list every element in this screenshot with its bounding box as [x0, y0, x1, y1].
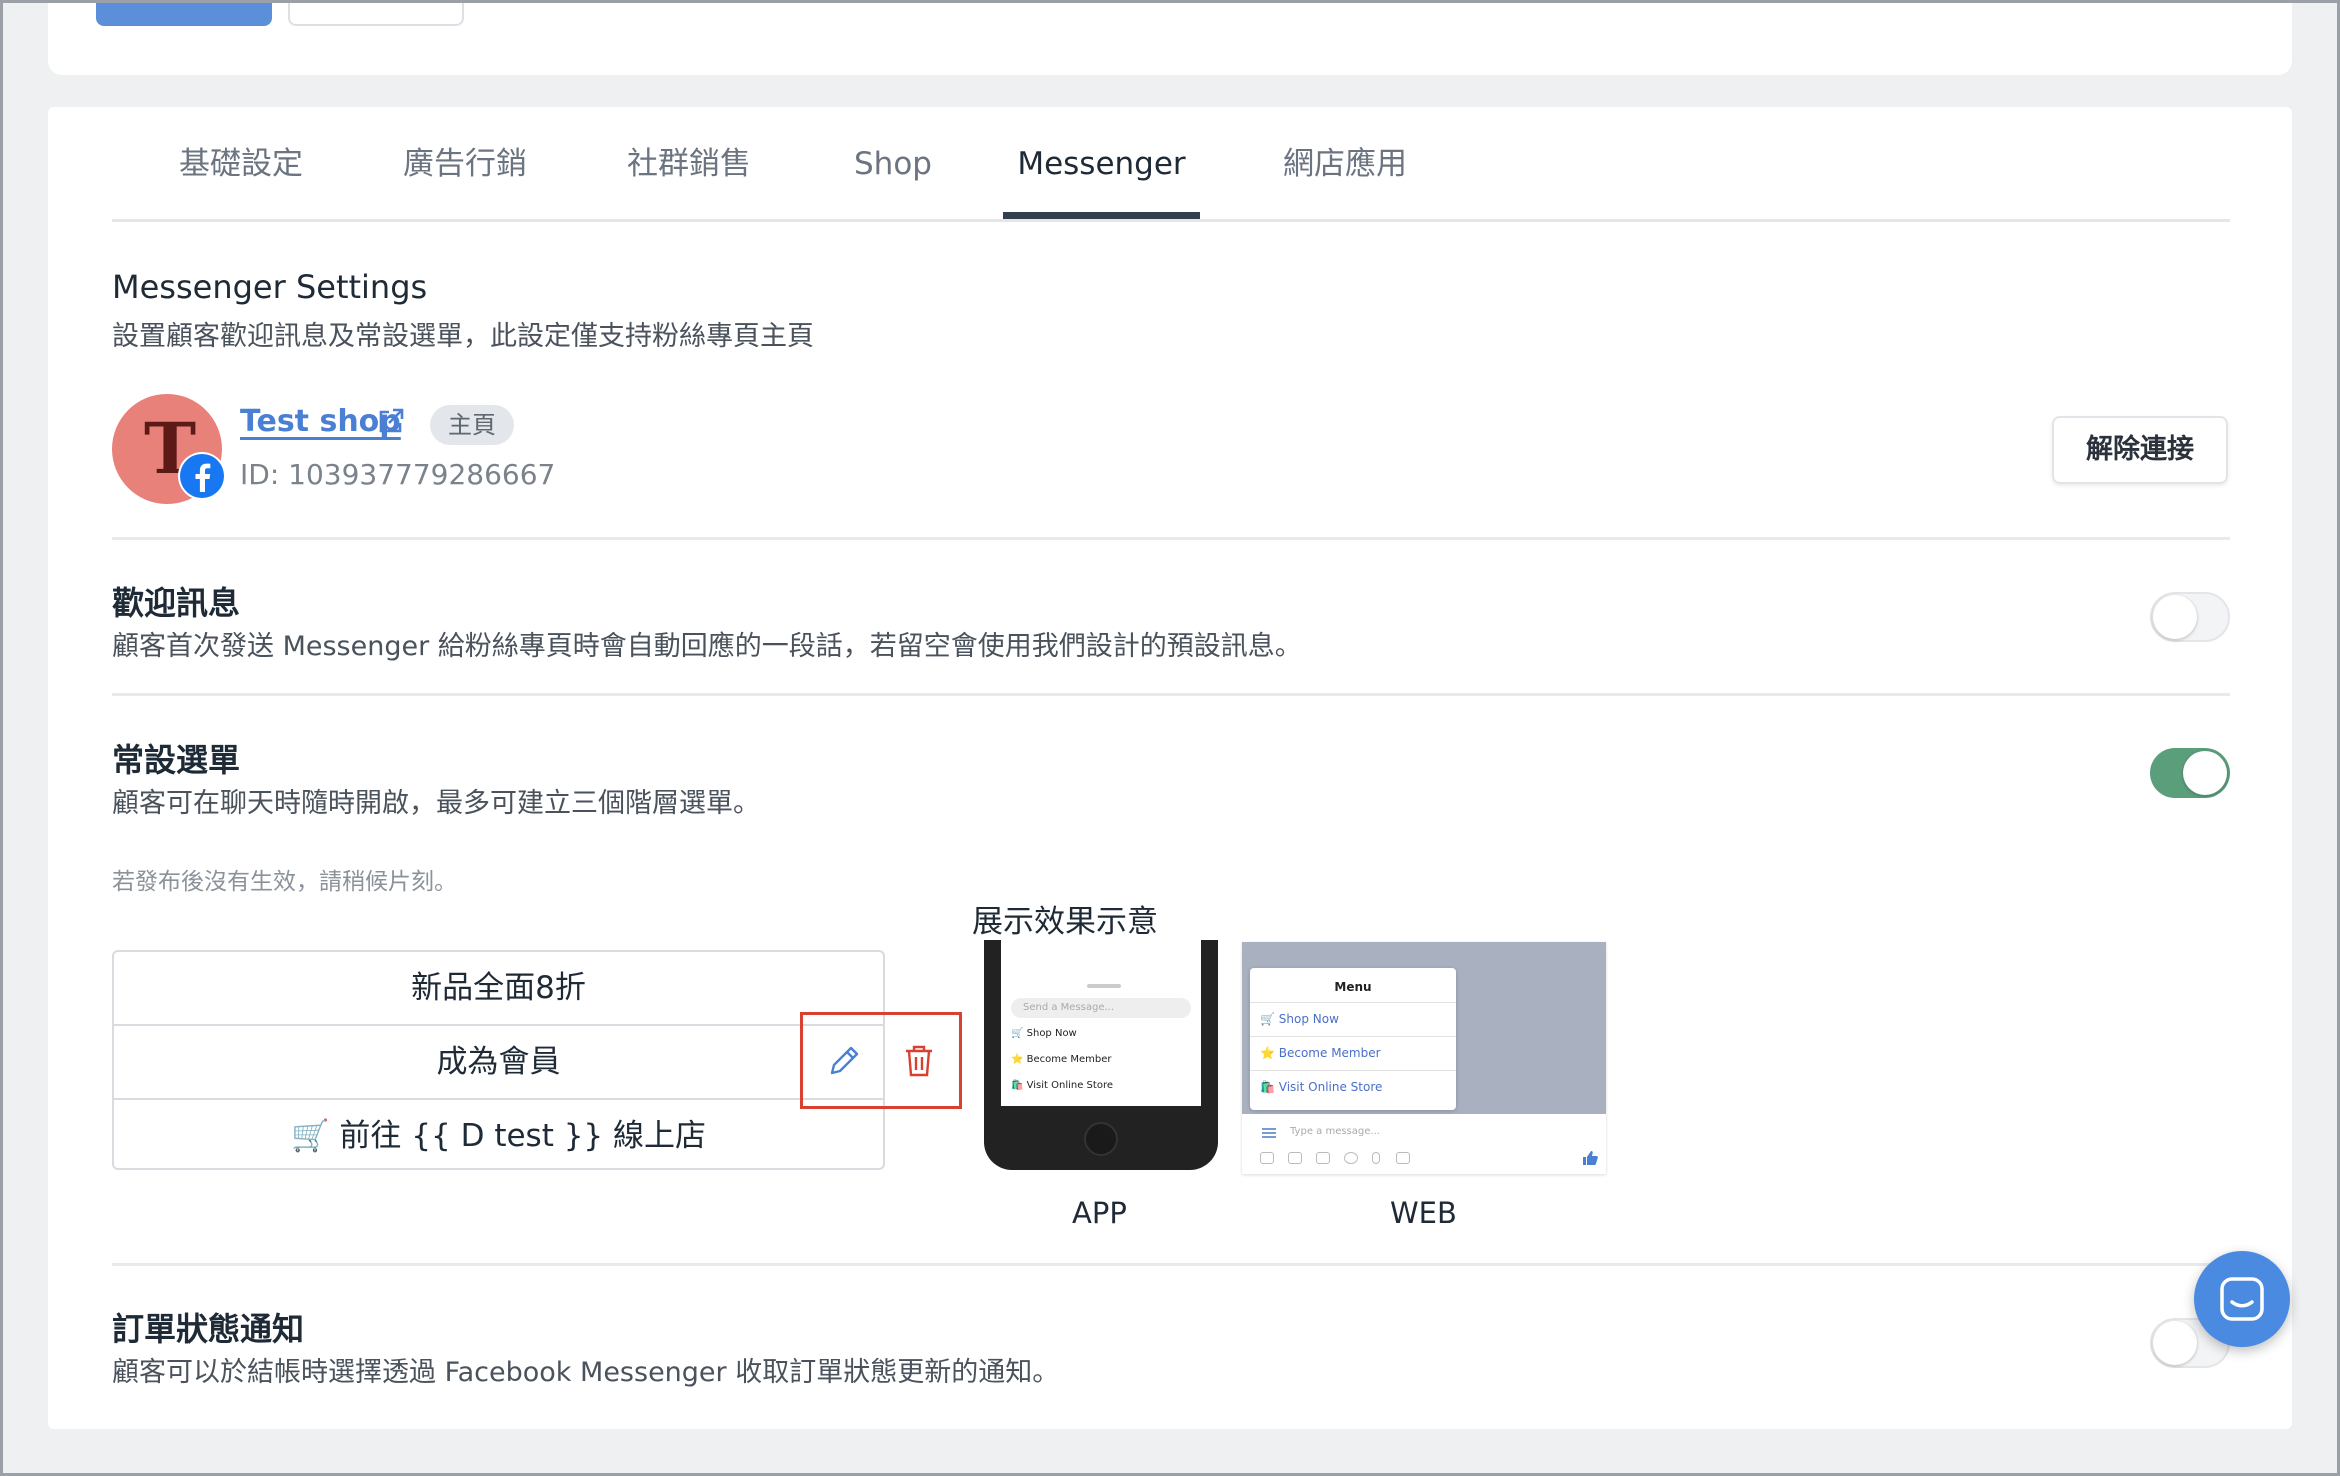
app-input-placeholder: Send a Message...	[1023, 1002, 1115, 1013]
preview-title: 展示效果示意	[972, 904, 1158, 940]
web-preview-composer: Type a message...	[1242, 1114, 1606, 1174]
menu-icon	[1262, 1128, 1276, 1130]
top-primary-button[interactable]	[96, 0, 272, 26]
divider	[112, 693, 2230, 696]
welcome-title: 歡迎訊息	[112, 584, 241, 622]
menu-list: 新品全面8折 成為會員 🛒 前往 {{ D test }} 線上店	[112, 950, 885, 1170]
web-menu-title: Menu	[1334, 980, 1372, 994]
facebook-icon	[178, 452, 226, 500]
edit-icon[interactable]	[824, 1041, 864, 1081]
tab-messenger[interactable]: Messenger	[1003, 130, 1200, 222]
tab-shop[interactable]: Shop	[838, 130, 948, 222]
app-preview-screen: Send a Message... 🛒 Shop Now ⭐ Become Me…	[1001, 940, 1201, 1106]
chat-icon	[2220, 1277, 2264, 1321]
app-menu-item: 🛒 Shop Now	[1011, 1028, 1077, 1039]
welcome-toggle[interactable]	[2150, 592, 2230, 642]
app-caption: APP	[1072, 1196, 1127, 1230]
tab-store-apps[interactable]: 網店應用	[1280, 130, 1410, 222]
main-page-badge: 主頁	[430, 405, 514, 445]
persistent-menu-title: 常設選單	[112, 741, 241, 779]
menu-item[interactable]: 🛒 前往 {{ D test }} 線上店	[114, 1100, 883, 1172]
drag-handle	[1087, 984, 1121, 988]
web-menu-popup: Menu 🛒 Shop Now ⭐ Become Member 🛍️ Visit…	[1250, 968, 1456, 1110]
web-caption: WEB	[1390, 1196, 1457, 1230]
web-menu-item: ⭐ Become Member	[1260, 1046, 1381, 1060]
menu-item[interactable]: 成為會員	[114, 1026, 883, 1098]
web-menu-divider	[1250, 1036, 1456, 1037]
divider	[112, 1263, 2230, 1266]
persistent-menu-desc: 顧客可在聊天時隨時開啟，最多可建立三個階層選單。	[112, 788, 760, 819]
app-menu-item: ⭐ Become Member	[1011, 1054, 1112, 1065]
toggle-knob	[2183, 751, 2227, 795]
tab-basic-settings[interactable]: 基礎設定	[176, 130, 306, 222]
welcome-desc: 顧客首次發送 Messenger 給粉絲專頁時會自動回應的一段話，若留空會使用我…	[112, 631, 1302, 662]
tab-ad-marketing[interactable]: 廣告行銷	[400, 130, 530, 222]
tab-bar: 基礎設定 廣告行銷 社群銷售 Shop Messenger 網店應用	[112, 130, 2230, 222]
settings-subtitle: 設置顧客歡迎訊息及常設選單，此設定僅支持粉絲專頁主頁	[112, 321, 814, 352]
composer-icons	[1260, 1152, 1410, 1166]
web-menu-divider	[1250, 1070, 1456, 1071]
page-id: ID: 103937779286667	[240, 458, 556, 491]
toggle-knob	[2153, 1321, 2197, 1365]
order-notify-desc: 顧客可以於結帳時選擇透過 Facebook Messenger 收取訂單狀態更新…	[112, 1357, 1060, 1388]
menu-item[interactable]: 新品全面8折	[114, 952, 883, 1024]
order-notify-title: 訂單狀態通知	[112, 1310, 305, 1348]
tab-social-sales[interactable]: 社群銷售	[624, 130, 754, 222]
delete-icon[interactable]	[899, 1041, 939, 1081]
disconnect-button[interactable]: 解除連接	[2052, 416, 2228, 484]
web-menu-item: 🛒 Shop Now	[1260, 1012, 1339, 1026]
web-input-placeholder: Type a message...	[1290, 1126, 1380, 1137]
active-tab-indicator	[1003, 212, 1200, 219]
persistent-menu-toggle[interactable]	[2150, 748, 2230, 798]
thumbs-up-icon	[1582, 1150, 1598, 1166]
toggle-knob	[2153, 595, 2197, 639]
web-menu-item: 🛍️ Visit Online Store	[1260, 1080, 1383, 1094]
divider	[112, 537, 2230, 540]
phone-home-button	[1084, 1122, 1118, 1156]
publish-note: 若發布後沒有生效，請稍候片刻。	[112, 869, 457, 895]
external-link-icon[interactable]	[376, 406, 406, 436]
settings-title: Messenger Settings	[112, 268, 428, 306]
app-menu-item: 🛍️ Visit Online Store	[1011, 1080, 1113, 1091]
top-secondary-button[interactable]	[288, 0, 464, 26]
web-menu-divider	[1250, 1002, 1456, 1003]
chat-support-button[interactable]	[2194, 1251, 2290, 1347]
